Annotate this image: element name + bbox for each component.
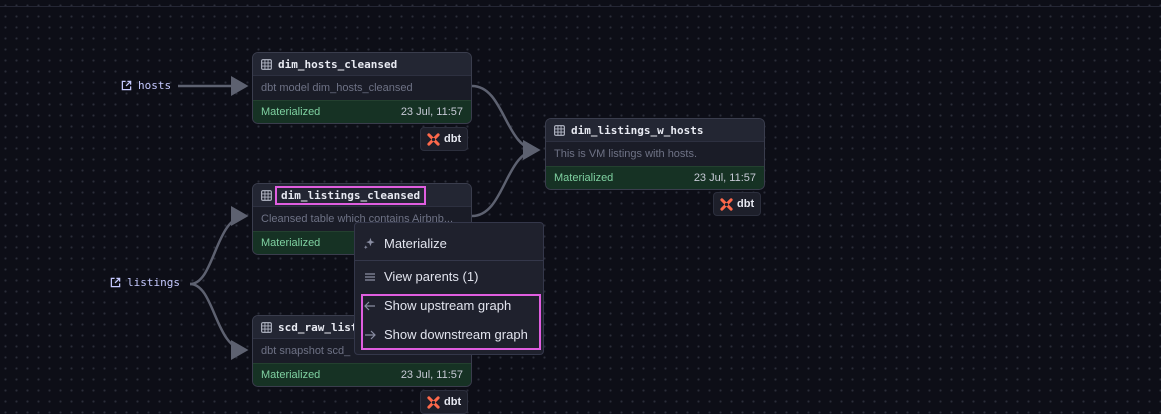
edge-listings-to-dim-listings [189, 206, 249, 286]
menu-item-label: Materialize [384, 236, 447, 251]
menu-item-label: View parents (1) [384, 269, 479, 284]
asset-hosts[interactable]: hosts [121, 79, 171, 92]
node-description: This is VM listings with hosts. [554, 148, 698, 160]
status-label: Materialized [261, 106, 321, 118]
node-dim-listings-w-hosts[interactable]: dim_listings_w_hosts This is VM listings… [545, 118, 765, 190]
table-icon [554, 124, 565, 136]
node-status-bar: Materialized 23 Jul, 11:57 [253, 363, 471, 386]
node-dim-hosts-cleansed[interactable]: dim_hosts_cleansed dbt model dim_hosts_c… [252, 52, 472, 124]
edge-dim-hosts-to-w-hosts [471, 84, 541, 160]
table-icon [261, 58, 272, 70]
table-icon [261, 321, 272, 333]
node-title: dim_listings_w_hosts [571, 123, 704, 137]
status-date: 23 Jul, 11:57 [693, 172, 756, 184]
node-header: dim_hosts_cleansed [253, 53, 471, 76]
menu-item-view-parents[interactable]: View parents (1) [363, 269, 478, 284]
badge-label: dbt [444, 133, 462, 145]
menu-item-show-downstream[interactable]: Show downstream graph [363, 327, 528, 342]
menu-item-label: Show upstream graph [384, 298, 512, 313]
node-status-bar: Materialized 23 Jul, 11:57 [546, 166, 764, 189]
external-link-icon [110, 277, 121, 288]
arrow-right-icon [363, 328, 376, 341]
status-label: Materialized [554, 172, 614, 184]
external-link-icon [121, 80, 132, 91]
menu-item-show-upstream[interactable]: Show upstream graph [363, 298, 511, 313]
context-menu: Materialize View parents (1) Show upstre… [354, 222, 544, 355]
dbt-logo-icon [427, 132, 440, 146]
edge-listings-to-scd [189, 282, 249, 360]
node-status-bar: Materialized 23 Jul, 11:57 [253, 100, 471, 123]
list-icon [363, 270, 376, 283]
node-title: dim_hosts_cleansed [278, 57, 398, 71]
edge-dim-listings-to-w-hosts [471, 140, 541, 218]
dbt-badge: dbt [420, 127, 469, 151]
asset-label: listings [127, 276, 180, 289]
lineage-edges [178, 76, 541, 360]
table-icon [261, 189, 272, 201]
badge-label: dbt [737, 198, 755, 210]
menu-item-label: Show downstream graph [384, 327, 528, 342]
status-label: Materialized [261, 237, 321, 249]
asset-listings[interactable]: listings [110, 276, 180, 289]
dbt-logo-icon [427, 395, 440, 409]
node-title: scd_raw_list [278, 320, 358, 334]
status-date: 23 Jul, 11:57 [400, 106, 463, 118]
node-description: dbt model dim_hosts_cleansed [261, 82, 413, 94]
status-label: Materialized [261, 369, 321, 381]
asset-label: hosts [138, 79, 172, 92]
arrow-left-icon [363, 299, 376, 312]
sparkle-icon [363, 237, 376, 250]
node-header: dim_listings_w_hosts [546, 119, 764, 142]
badge-label: dbt [444, 396, 462, 408]
menu-item-materialize[interactable]: Materialize [363, 236, 447, 251]
node-header: dim_listings_cleansed [253, 184, 471, 207]
dbt-logo-icon [720, 197, 733, 211]
menu-divider [355, 260, 543, 261]
dbt-badge: dbt [713, 192, 762, 216]
node-title: dim_listings_cleansed [274, 185, 427, 205]
status-date: 23 Jul, 11:57 [400, 369, 463, 381]
dbt-badge: dbt [420, 390, 469, 414]
